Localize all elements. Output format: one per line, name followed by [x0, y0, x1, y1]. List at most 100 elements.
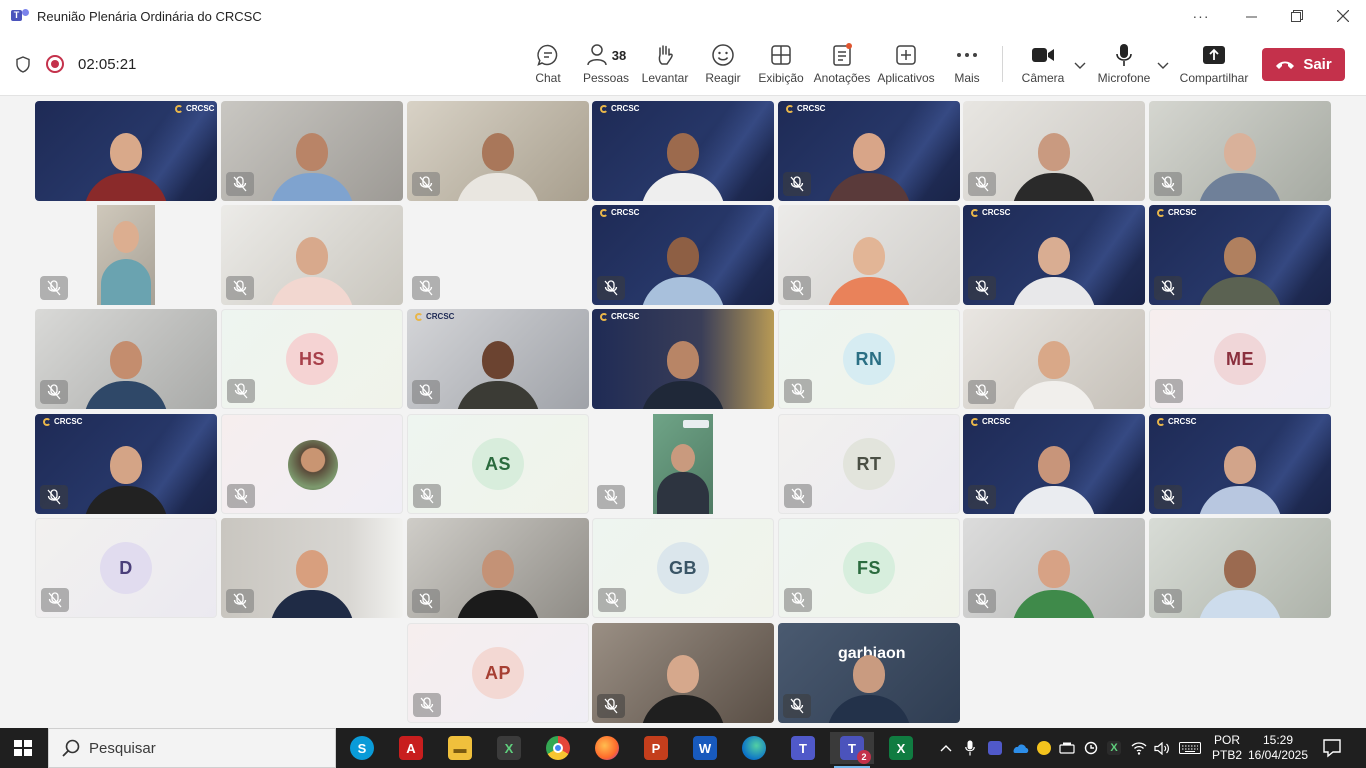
excel-app[interactable]: X — [879, 732, 923, 764]
tray-device[interactable] — [1057, 728, 1077, 768]
participant-tile[interactable]: RT — [778, 414, 960, 514]
participant-tile[interactable]: CRCSC — [963, 414, 1145, 514]
participant-tile[interactable]: CRCSC — [407, 309, 589, 409]
teams-icon: T — [11, 8, 29, 24]
participant-tile[interactable]: GB — [592, 518, 774, 618]
raise-hand-label: Levantar — [641, 71, 689, 85]
participant-tile[interactable]: D — [35, 518, 217, 618]
firefox-app[interactable] — [585, 732, 629, 764]
participant-tile[interactable] — [407, 518, 589, 618]
participant-tile[interactable]: CRCSC — [35, 101, 217, 201]
people-label: Pessoas — [582, 71, 630, 85]
word-app[interactable]: W — [683, 732, 727, 764]
teams-classic-app[interactable]: T — [781, 732, 825, 764]
tray-norton[interactable] — [1034, 728, 1054, 768]
close-button[interactable] — [1320, 0, 1366, 32]
participant-tile[interactable]: RN — [778, 309, 960, 409]
tray-teams[interactable] — [985, 728, 1005, 768]
teams-new-app[interactable]: T 2 — [830, 732, 874, 768]
onedrive-icon — [1013, 743, 1029, 753]
mic-off-icon — [783, 172, 811, 196]
participant-tile[interactable]: CRCSC — [1149, 414, 1331, 514]
participant-tile[interactable] — [35, 309, 217, 409]
participant-tile[interactable]: CRCSC — [592, 309, 774, 409]
participant-tile[interactable]: CRCSC — [1149, 205, 1331, 305]
participant-tile[interactable] — [963, 309, 1145, 409]
mic-off-icon — [40, 380, 68, 404]
participant-tile[interactable]: FS — [778, 518, 960, 618]
edge-app[interactable] — [732, 732, 776, 764]
participant-tile[interactable]: CRCSC — [778, 101, 960, 201]
tray-onedrive[interactable] — [1009, 728, 1031, 768]
camera-options-chevron-icon[interactable] — [1073, 58, 1087, 72]
chrome-app[interactable] — [536, 732, 580, 764]
participant-tile[interactable]: CRCSC — [35, 414, 217, 514]
participant-tile[interactable] — [221, 518, 403, 618]
participant-tile[interactable] — [963, 101, 1145, 201]
notification-center-icon[interactable] — [1322, 738, 1342, 758]
file-explorer-app[interactable]: ▬ — [438, 732, 482, 764]
participant-tile[interactable]: garbiaon — [778, 623, 960, 723]
crc-logo: CRCSC — [1157, 208, 1196, 217]
windows-start-icon[interactable] — [14, 740, 32, 756]
react-button[interactable]: Reagir — [704, 42, 742, 90]
tray-excel[interactable]: X — [1104, 728, 1124, 768]
input-language[interactable]: POR PTB2 — [1207, 733, 1247, 763]
participant-tile[interactable] — [221, 414, 403, 514]
minimize-button[interactable] — [1228, 0, 1274, 32]
participant-tile[interactable] — [1149, 101, 1331, 201]
chat-icon — [537, 44, 558, 66]
participant-tile[interactable] — [407, 205, 589, 305]
participant-tile[interactable] — [35, 205, 217, 305]
powerpoint-app[interactable]: P — [634, 732, 678, 764]
participant-tile[interactable]: ME — [1149, 309, 1331, 409]
tray-wifi[interactable] — [1129, 728, 1149, 768]
excel-x-icon: X — [497, 736, 521, 760]
participant-tile[interactable] — [592, 414, 774, 514]
taskbar-search[interactable]: Pesquisar — [48, 728, 336, 768]
participant-tile[interactable]: AP — [407, 623, 589, 723]
participant-tile[interactable]: CRCSC — [592, 101, 774, 201]
share-button[interactable]: Compartilhar — [1180, 42, 1248, 90]
add-app-icon — [896, 45, 916, 65]
tray-keyboard[interactable] — [1177, 728, 1203, 768]
raise-hand-button[interactable]: Levantar — [641, 42, 689, 90]
participant-tile[interactable] — [1149, 518, 1331, 618]
participant-tile[interactable]: CRCSC — [592, 205, 774, 305]
participant-tile[interactable] — [407, 101, 589, 201]
acrobat-app[interactable]: A — [389, 732, 433, 764]
view-button[interactable]: Exibição — [758, 42, 804, 90]
tray-mic[interactable] — [960, 728, 980, 768]
mic-off-icon — [226, 276, 254, 300]
tray-microphone-icon — [965, 740, 975, 756]
tray-sync[interactable] — [1081, 728, 1101, 768]
search-placeholder: Pesquisar — [89, 739, 156, 757]
participant-tile[interactable] — [221, 205, 403, 305]
more-button[interactable]: Mais — [953, 42, 981, 90]
excel-viewer-app[interactable]: X — [487, 732, 531, 764]
mic-off-icon — [968, 380, 996, 404]
maximize-button[interactable] — [1274, 0, 1320, 32]
camera-button[interactable]: Câmera — [1022, 42, 1064, 90]
tray-volume[interactable] — [1152, 728, 1172, 768]
participant-tile[interactable] — [592, 623, 774, 723]
microphone-button[interactable]: Microfone — [1096, 42, 1152, 90]
people-button[interactable]: 38 Pessoas — [583, 42, 629, 90]
clock[interactable]: 15:29 16/04/2025 — [1244, 733, 1312, 763]
participant-tile[interactable]: CRCSC — [963, 205, 1145, 305]
more-options-button[interactable]: ··· — [1178, 0, 1224, 32]
mic-off-icon — [784, 588, 812, 612]
show-hidden-icons-button[interactable] — [936, 728, 956, 768]
leave-button[interactable]: Sair — [1262, 48, 1345, 81]
wifi-icon — [1131, 741, 1147, 755]
chat-button[interactable]: Chat — [533, 42, 563, 90]
notes-button[interactable]: Anotações — [814, 42, 870, 90]
skype-app[interactable]: S — [340, 732, 384, 764]
apps-button[interactable]: Aplicativos — [877, 42, 935, 90]
participant-tile[interactable] — [778, 205, 960, 305]
participant-tile[interactable] — [221, 101, 403, 201]
participant-tile[interactable]: HS — [221, 309, 403, 409]
participant-tile[interactable]: AS — [407, 414, 589, 514]
microphone-options-chevron-icon[interactable] — [1156, 58, 1170, 72]
participant-tile[interactable] — [963, 518, 1145, 618]
